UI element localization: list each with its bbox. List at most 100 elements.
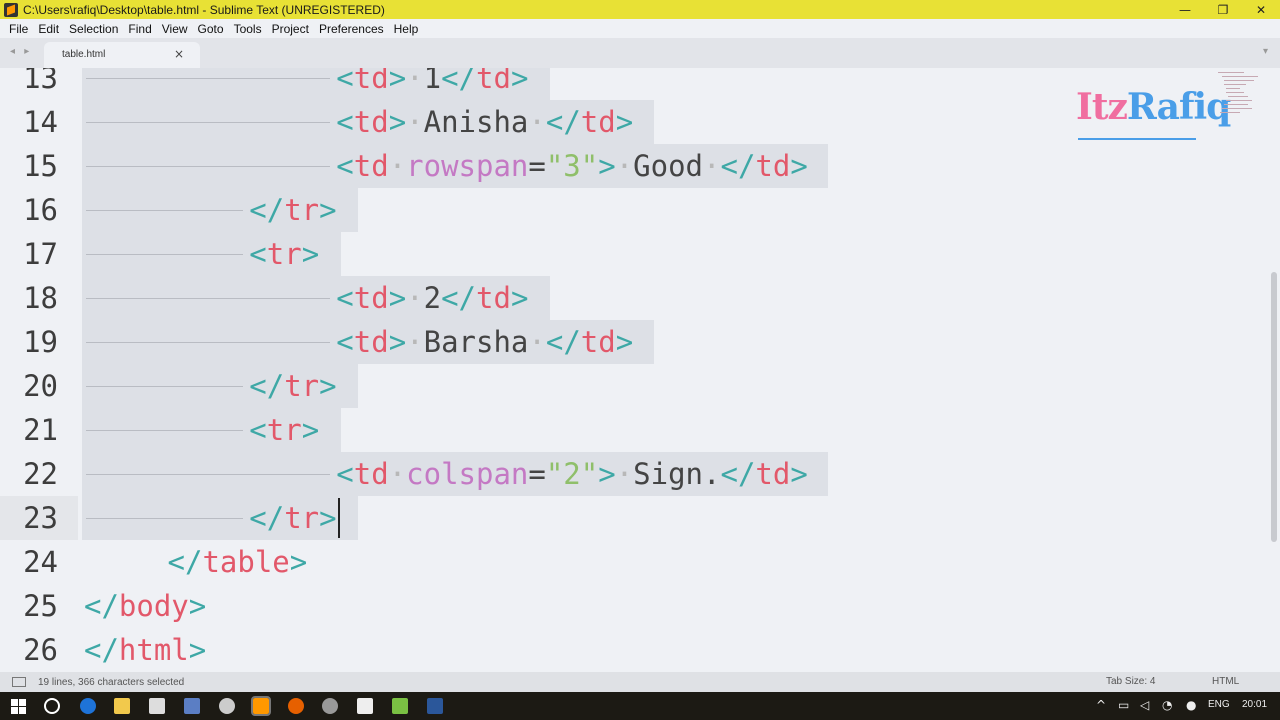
code-line[interactable]: 19 <td>·Barsha·</td> — [0, 320, 1268, 364]
code-text[interactable]: <td>·2</td> — [336, 276, 528, 320]
indent-guide — [86, 430, 244, 431]
edge-browser-icon[interactable] — [80, 698, 96, 714]
app-icon[interactable] — [184, 698, 200, 714]
code-text[interactable]: </table> — [168, 540, 308, 584]
line-number: 17 — [23, 237, 58, 271]
code-line[interactable]: 22 <td·colspan="2">·Sign.</td> — [0, 452, 1268, 496]
code-line[interactable]: 21 <tr> — [0, 408, 1268, 452]
code-text[interactable]: </body> — [84, 584, 206, 628]
minimize-button[interactable]: — — [1166, 0, 1204, 19]
menu-preferences[interactable]: Preferences — [314, 22, 389, 36]
line-number: 20 — [23, 369, 58, 403]
code-text[interactable]: </tr> — [249, 496, 336, 540]
line-number: 15 — [23, 149, 58, 183]
menu-bar: File Edit Selection Find View Goto Tools… — [0, 19, 1280, 38]
code-text[interactable]: <tr> — [249, 232, 319, 276]
menu-help[interactable]: Help — [389, 22, 424, 36]
maximize-button[interactable]: ❐ — [1204, 0, 1242, 19]
code-editor[interactable]: 13 <td>·1</td> 14 <td>·Anisha·</td> 15 <td·ro… — [0, 68, 1268, 672]
tab-size-status[interactable]: Tab Size: 4 — [1106, 676, 1155, 687]
menu-goto[interactable]: Goto — [193, 22, 229, 36]
code-text[interactable]: </tr> — [249, 188, 336, 232]
tab-table-html[interactable]: table.html × — [44, 42, 200, 68]
cortana-search-icon[interactable] — [44, 698, 60, 714]
panel-toggle-icon[interactable] — [12, 677, 26, 687]
minimap[interactable] — [1214, 70, 1264, 120]
menu-find[interactable]: Find — [123, 22, 156, 36]
tab-close-icon[interactable]: × — [174, 47, 184, 61]
line-number: 21 — [23, 413, 58, 447]
code-line[interactable]: 16 </tr> — [0, 188, 1268, 232]
indent-guide — [86, 210, 244, 211]
menu-view[interactable]: View — [157, 22, 193, 36]
chrome-icon[interactable] — [219, 698, 235, 714]
tray-expand-icon[interactable]: ^ — [1096, 698, 1106, 712]
syntax-status[interactable]: HTML — [1212, 676, 1239, 687]
code-text[interactable]: <td·colspan="2">·Sign.</td> — [336, 452, 808, 496]
word-icon[interactable] — [427, 698, 443, 714]
language-indicator[interactable]: ENG — [1208, 699, 1230, 710]
code-text[interactable]: <td>·1</td> — [336, 68, 528, 100]
menu-project[interactable]: Project — [267, 22, 314, 36]
line-number: 23 — [23, 501, 58, 535]
status-bar: 19 lines, 366 characters selected Tab Si… — [0, 672, 1280, 692]
app-green-icon[interactable] — [392, 698, 408, 714]
menu-file[interactable]: File — [4, 22, 33, 36]
line-number: 19 — [23, 325, 58, 359]
notification-area-icon[interactable]: ● — [1186, 698, 1196, 712]
indent-guide — [86, 122, 331, 123]
code-line[interactable]: 17 <tr> — [0, 232, 1268, 276]
line-number: 24 — [23, 545, 58, 579]
menu-edit[interactable]: Edit — [33, 22, 64, 36]
code-text[interactable]: <tr> — [249, 408, 319, 452]
clock[interactable]: 20:01 — [1242, 699, 1267, 710]
battery-icon[interactable]: ▭ — [1118, 698, 1129, 712]
line-number: 13 — [23, 68, 58, 95]
indent-guide — [86, 298, 331, 299]
sublime-app-icon — [4, 2, 18, 17]
text-cursor — [338, 498, 341, 538]
code-line[interactable]: 15 <td·rowspan="3">·Good·</td> — [0, 144, 1268, 188]
tab-bar: ◂ ▸ table.html × ▾ — [0, 38, 1280, 68]
network-icon[interactable]: ◔ — [1162, 698, 1172, 712]
windows-start-icon[interactable] — [10, 698, 26, 714]
code-line[interactable]: 24 </table> — [0, 540, 1268, 584]
watermark-underline — [1078, 138, 1196, 140]
code-text[interactable]: <td>·Barsha·</td> — [336, 320, 633, 364]
code-line[interactable]: 20 </tr> — [0, 364, 1268, 408]
indent-guide — [86, 474, 331, 475]
code-text[interactable]: <td·rowspan="3">·Good·</td> — [336, 144, 808, 188]
windows-taskbar: ^ ▭ ◁ ◔ ● ENG 20:01 — [0, 692, 1280, 720]
tab-nav-arrows-icon[interactable]: ◂ ▸ — [10, 46, 32, 57]
notepad-icon[interactable] — [357, 698, 373, 714]
file-explorer-icon[interactable] — [114, 698, 130, 714]
code-line[interactable]: 26 </html> — [0, 628, 1268, 672]
line-number: 26 — [23, 633, 58, 667]
line-number: 22 — [23, 457, 58, 491]
code-text[interactable]: </tr> — [249, 364, 336, 408]
menu-tools[interactable]: Tools — [229, 22, 267, 36]
menu-selection[interactable]: Selection — [64, 22, 123, 36]
tab-dropdown-icon[interactable]: ▾ — [1263, 46, 1268, 57]
scrollbar-thumb[interactable] — [1271, 272, 1277, 542]
line-number: 16 — [23, 193, 58, 227]
watermark-logo: ItzRafiq — [1076, 86, 1231, 128]
obs-icon[interactable] — [322, 698, 338, 714]
selection-status: 19 lines, 366 characters selected — [38, 676, 185, 688]
store-icon[interactable] — [149, 698, 165, 714]
line-number: 25 — [23, 589, 58, 623]
indent-guide — [86, 78, 331, 79]
code-line[interactable]: 23 </tr> — [0, 496, 1268, 540]
volume-icon[interactable]: ◁ — [1140, 698, 1149, 712]
tab-label: table.html — [62, 49, 106, 60]
sublime-taskbar-icon[interactable] — [251, 696, 271, 716]
code-line[interactable]: 25 </body> — [0, 584, 1268, 628]
vertical-scrollbar[interactable] — [1268, 68, 1280, 672]
code-text[interactable]: <td>·Anisha·</td> — [336, 100, 633, 144]
firefox-icon[interactable] — [288, 698, 304, 714]
window-title: C:\Users\rafiq\Desktop\table.html - Subl… — [23, 2, 385, 17]
code-text[interactable]: </html> — [84, 628, 206, 672]
indent-guide — [86, 166, 331, 167]
code-line[interactable]: 18 <td>·2</td> — [0, 276, 1268, 320]
close-button[interactable]: ✕ — [1242, 0, 1280, 19]
